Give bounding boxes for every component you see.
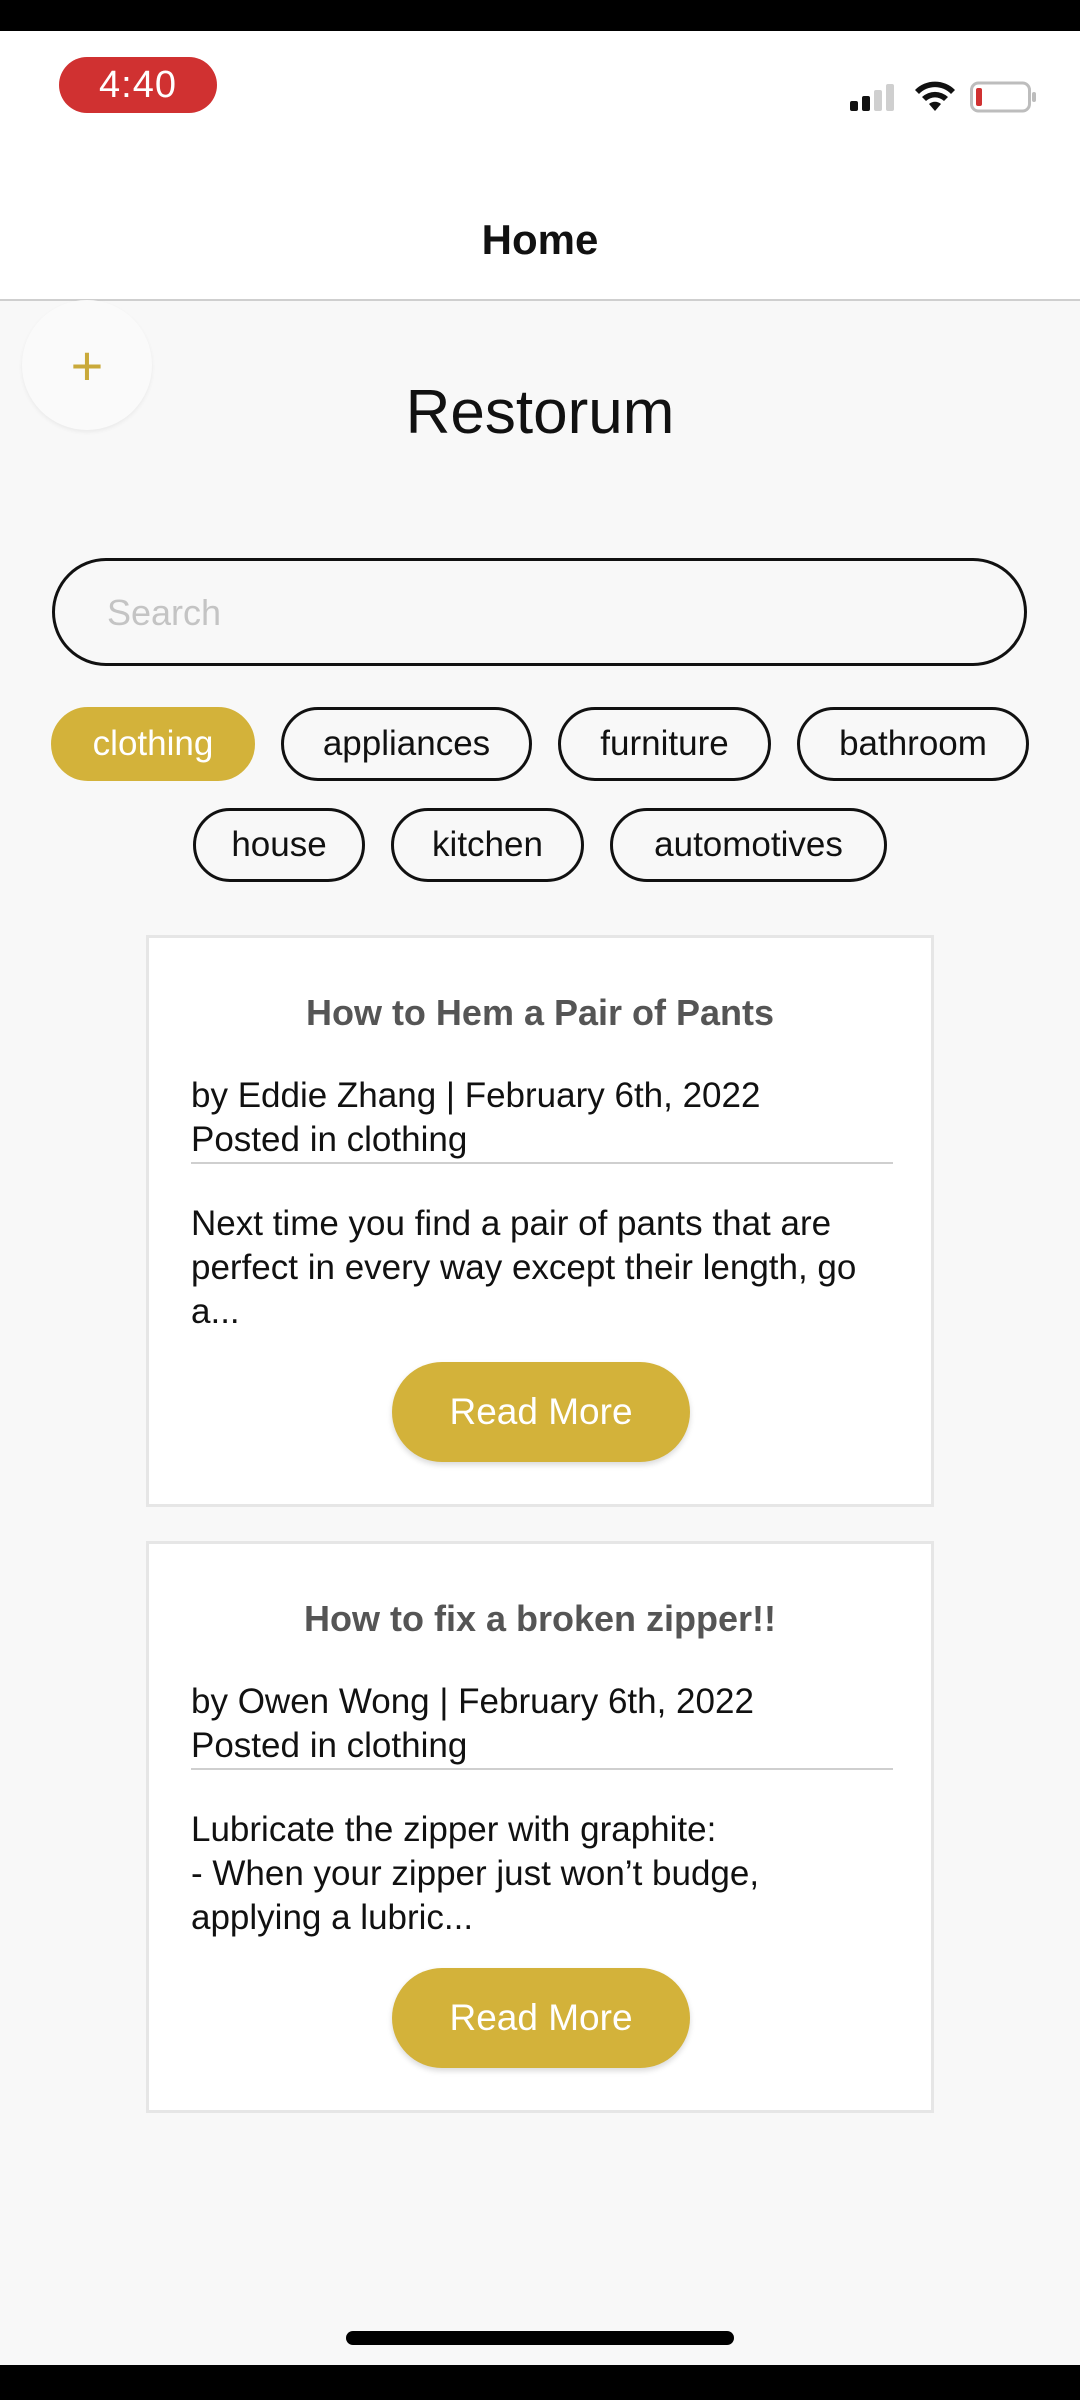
category-chip-label: furniture xyxy=(600,724,729,763)
post-divider xyxy=(191,1162,893,1164)
post-title: How to Hem a Pair of Pants xyxy=(305,992,775,1033)
app-title: Restorum xyxy=(405,378,675,447)
post-card: How to fix a broken zipper!! by Owen Won… xyxy=(146,1541,934,2113)
category-chip-furniture[interactable]: furniture xyxy=(558,707,771,781)
read-more-button[interactable]: Read More xyxy=(392,1968,690,2068)
category-chip-appliances[interactable]: appliances xyxy=(281,707,532,781)
category-chip-label: bathroom xyxy=(839,724,987,763)
category-chip-label: house xyxy=(231,825,327,864)
search-input[interactable] xyxy=(105,561,969,665)
app-screen: 4:40 Home + Restorum Search clothing app… xyxy=(0,31,1080,2365)
home-indicator[interactable] xyxy=(346,2331,734,2345)
nav-header: Home xyxy=(0,146,1080,301)
post-card: How to Hem a Pair of Pants by Eddie Zhan… xyxy=(146,935,934,1507)
status-time: 4:40 xyxy=(59,57,217,113)
post-byline: by Eddie Zhang | February 6th, 2022 xyxy=(191,1076,761,1115)
read-more-button[interactable]: Read More xyxy=(392,1362,690,1462)
battery-icon xyxy=(970,81,1036,113)
search-box xyxy=(52,558,1027,666)
category-chip-bathroom[interactable]: bathroom xyxy=(797,707,1029,781)
post-excerpt: Next time you find a pair of pants that … xyxy=(191,1204,857,1331)
category-chip-label: clothing xyxy=(92,724,214,763)
read-more-label: Read More xyxy=(449,1391,633,1432)
category-chip-label: appliances xyxy=(322,724,491,763)
post-excerpt: Lubricate the zipper with graphite: - Wh… xyxy=(191,1810,760,1937)
read-more-label: Read More xyxy=(449,1997,633,2038)
category-chip-automotives[interactable]: automotives xyxy=(610,808,887,882)
nav-title: Home xyxy=(481,216,599,263)
status-bar: 4:40 xyxy=(0,31,1080,146)
wifi-icon xyxy=(915,81,955,111)
cellular-signal-icon xyxy=(850,84,894,111)
post-divider xyxy=(191,1768,893,1770)
post-byline: by Owen Wong | February 6th, 2022 xyxy=(191,1682,754,1721)
status-icons xyxy=(848,81,1038,113)
category-chip-label: automotives xyxy=(654,825,843,864)
post-category: Posted in clothing xyxy=(191,1726,468,1765)
category-chip-kitchen[interactable]: kitchen xyxy=(391,808,584,882)
category-chip-house[interactable]: house xyxy=(193,808,365,882)
post-title: How to fix a broken zipper!! xyxy=(303,1598,777,1639)
post-category: Posted in clothing xyxy=(191,1120,468,1159)
category-chip-label: kitchen xyxy=(432,825,543,864)
category-chip-clothing[interactable]: clothing xyxy=(51,707,255,781)
